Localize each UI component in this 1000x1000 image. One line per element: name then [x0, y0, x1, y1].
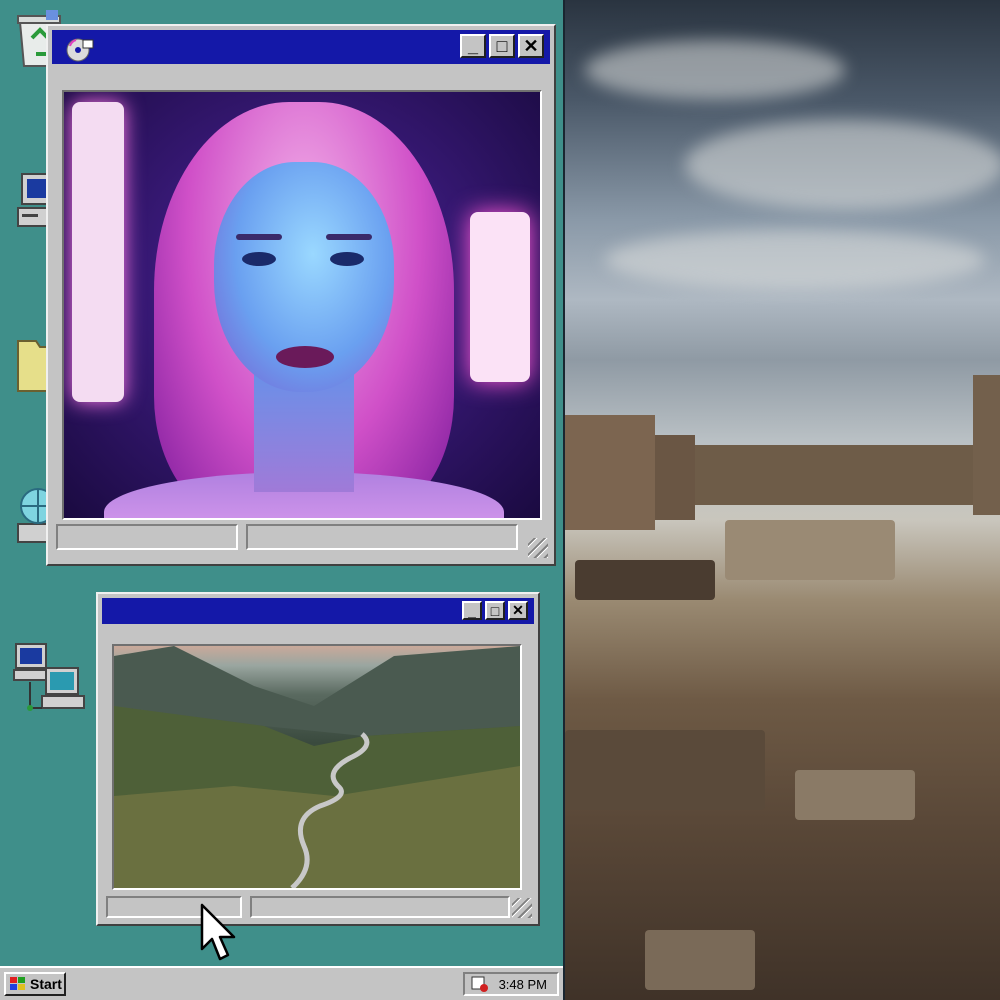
taskbar: Start 3:48 PM [0, 966, 563, 1000]
cloud-2 [685, 120, 1000, 210]
portrait-image [64, 92, 540, 518]
eye-left [242, 252, 276, 266]
status-pane-2 [246, 524, 518, 550]
rubble-4 [795, 770, 915, 820]
status-pane-2 [250, 896, 510, 918]
portrait-window[interactable]: _ □ ✕ [46, 24, 556, 566]
ruin-wall-1 [565, 415, 655, 530]
lips-shape [276, 346, 334, 368]
portrait-image-frame [62, 90, 542, 520]
cloud-1 [585, 40, 845, 100]
portrait-window-titlebar[interactable]: _ □ ✕ [52, 30, 550, 64]
ruins-photo [565, 0, 1000, 1000]
brow-right [326, 234, 372, 240]
desktop: _ □ ✕ _ □ ✕ [0, 0, 563, 966]
brow-left [236, 234, 282, 240]
eye-right [330, 252, 364, 266]
ruin-wall-3 [695, 445, 975, 505]
resize-grip[interactable] [528, 538, 548, 558]
rubble-3 [565, 730, 765, 810]
landscape-window-titlebar[interactable]: _ □ ✕ [102, 598, 534, 624]
network-neighborhood-icon[interactable] [12, 642, 85, 716]
clock[interactable]: 3:48 PM [499, 977, 547, 992]
resize-grip[interactable] [512, 898, 532, 918]
ruin-wall-2 [655, 435, 695, 520]
status-pane-1 [56, 524, 238, 550]
portrait-statusbar [56, 524, 518, 550]
landscape-statusbar [106, 896, 510, 918]
ruin-tower [973, 375, 1000, 515]
maximize-button[interactable]: □ [489, 34, 515, 58]
cd-player-icon [66, 36, 94, 62]
start-label: Start [30, 976, 62, 992]
system-tray: 3:48 PM [463, 972, 559, 996]
rubble-1 [575, 560, 715, 600]
cloud-3 [605, 230, 985, 290]
minimize-button[interactable]: _ [462, 601, 482, 620]
close-button[interactable]: ✕ [518, 34, 544, 58]
windows-logo-icon [10, 977, 25, 990]
close-button[interactable]: ✕ [508, 601, 528, 620]
rubble-5 [645, 930, 755, 990]
minimize-button[interactable]: _ [460, 34, 486, 58]
rubble-2 [725, 520, 895, 580]
mouse-cursor-icon [200, 903, 240, 963]
scheduler-icon[interactable] [471, 975, 489, 993]
start-button[interactable]: Start [4, 972, 66, 996]
neon-light-left [72, 102, 124, 402]
neon-light-right [470, 212, 530, 382]
landscape-image [114, 646, 520, 888]
landscape-window[interactable]: _ □ ✕ [96, 592, 540, 926]
maximize-button[interactable]: □ [485, 601, 505, 620]
valley-illustration [114, 646, 520, 888]
landscape-image-frame [112, 644, 522, 890]
